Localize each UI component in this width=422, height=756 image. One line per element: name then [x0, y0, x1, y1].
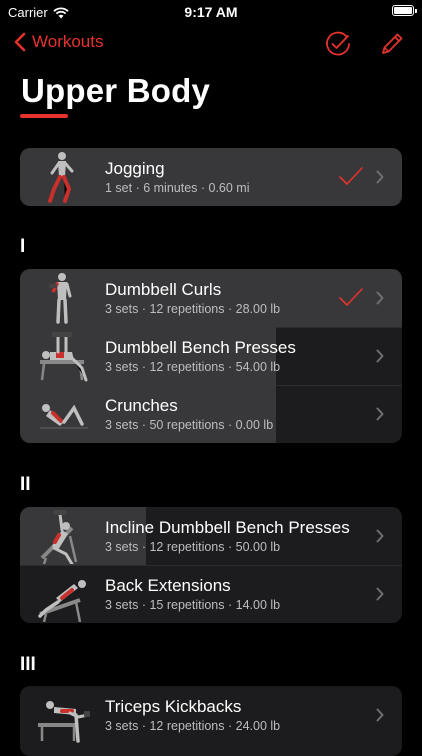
status-bar: Carrier 9:17 AM — [0, 0, 422, 26]
exercise-group-3: Triceps Kickbacks 3 sets · 12 repetitions… — [20, 686, 402, 756]
exercise-detail: 3 sets · 15 repetitions · 14.00 lb — [105, 598, 281, 612]
battery-icon — [392, 5, 417, 16]
chevron-right-icon — [376, 291, 384, 310]
exercise-row[interactable]: Jogging 1 set · 6 minutes · 0.60 mi — [20, 148, 402, 206]
exercise-name: Crunches — [105, 396, 178, 415]
exercise-row[interactable]: Incline Dumbbell Bench Presses 3 sets · 1… — [20, 507, 402, 565]
exercise-text: Crunches 3 sets · 50 repetitions · 0.00 l… — [105, 395, 402, 433]
kickback-figure-icon — [32, 687, 92, 743]
complete-workout-button[interactable] — [324, 30, 352, 58]
checkmark-icon — [338, 166, 364, 191]
back-button-label: Workouts — [32, 32, 104, 51]
exercise-name: Back Extensions — [105, 576, 231, 595]
dumbbell-curl-figure-icon — [32, 270, 92, 326]
exercise-group-1: Dumbbell Curls 3 sets · 12 repetitions · … — [20, 269, 402, 443]
checkmark-icon — [338, 287, 364, 312]
chevron-right-icon — [376, 529, 384, 548]
page-title: Upper Body — [21, 72, 211, 109]
exercise-text: Dumbbell Bench Presses 3 sets · 12 repeti… — [105, 337, 402, 375]
chevron-right-icon — [376, 407, 384, 426]
exercise-row[interactable]: Dumbbell Curls 3 sets · 12 repetitions · … — [20, 269, 402, 327]
back-extension-figure-icon — [32, 566, 92, 622]
exercise-row[interactable]: Back Extensions 3 sets · 15 repetitions ·… — [20, 565, 402, 623]
crunch-figure-icon — [32, 386, 92, 442]
incline-press-figure-icon — [32, 508, 92, 564]
exercise-detail: 3 sets · 12 repetitions · 50.00 lb — [105, 540, 281, 554]
chevron-right-icon — [376, 587, 384, 606]
chevron-right-icon — [376, 170, 384, 189]
exercise-row[interactable]: Triceps Kickbacks 3 sets · 12 repetitions… — [20, 686, 402, 744]
section-label-3: III — [20, 654, 36, 675]
navigation-bar: Workouts — [0, 26, 422, 62]
exercise-group-2: Incline Dumbbell Bench Presses 3 sets · 1… — [20, 507, 402, 623]
exercise-detail: 3 sets · 50 repetitions · 0.00 lb — [105, 418, 274, 432]
exercise-detail: 3 sets · 12 repetitions · 24.00 lb — [105, 719, 281, 733]
exercise-row[interactable]: Crunches 3 sets · 50 repetitions · 0.00 l… — [20, 385, 402, 443]
edit-pencil-button[interactable] — [378, 30, 406, 58]
exercise-name: Dumbbell Bench Presses — [105, 338, 296, 357]
back-button[interactable]: Workouts — [14, 32, 104, 52]
section-label-1: I — [20, 236, 26, 257]
chevron-right-icon — [376, 708, 384, 727]
exercise-row[interactable]: Dumbbell Bench Presses 3 sets · 12 repeti… — [20, 327, 402, 385]
clock: 9:17 AM — [184, 4, 238, 20]
chevron-right-icon — [376, 349, 384, 368]
exercise-text: Triceps Kickbacks 3 sets · 12 repetitions… — [105, 696, 402, 734]
chevron-left-icon — [14, 32, 26, 52]
runner-figure-icon — [32, 149, 92, 205]
exercise-text: Back Extensions 3 sets · 15 repetitions ·… — [105, 575, 402, 613]
exercise-name: Incline Dumbbell Bench Presses — [105, 518, 350, 537]
title-underline — [20, 114, 68, 118]
exercise-text: Incline Dumbbell Bench Presses 3 sets · 1… — [105, 517, 402, 555]
bench-press-figure-icon — [32, 328, 92, 384]
exercise-detail: 3 sets · 12 repetitions · 54.00 lb — [105, 360, 281, 374]
exercise-name: Triceps Kickbacks — [105, 697, 242, 716]
section-label-2: II — [20, 474, 31, 495]
warmup-group: Jogging 1 set · 6 minutes · 0.60 mi — [20, 148, 402, 206]
